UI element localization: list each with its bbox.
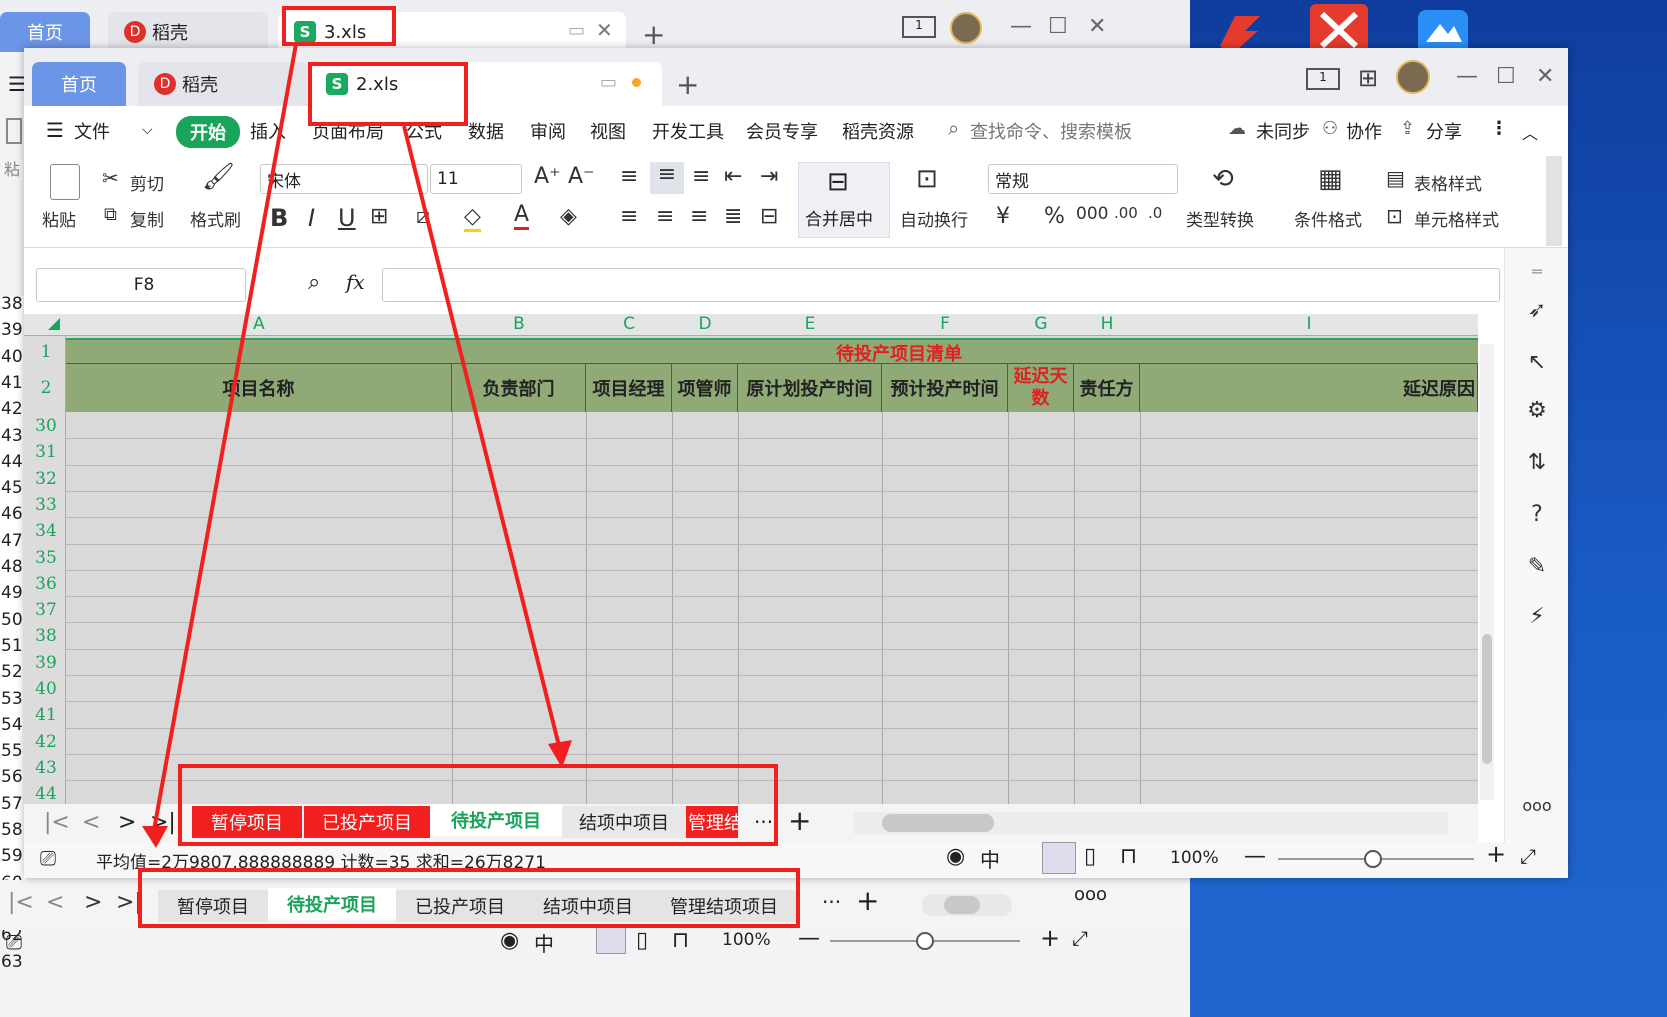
arrow-3xls-to-back-tabs — [152, 43, 298, 831]
arrow-2xls-to-front-tabs — [402, 125, 562, 751]
annotation-arrows — [142, 43, 572, 848]
arrowhead-icon — [548, 740, 572, 768]
arrowhead-icon — [142, 826, 168, 848]
